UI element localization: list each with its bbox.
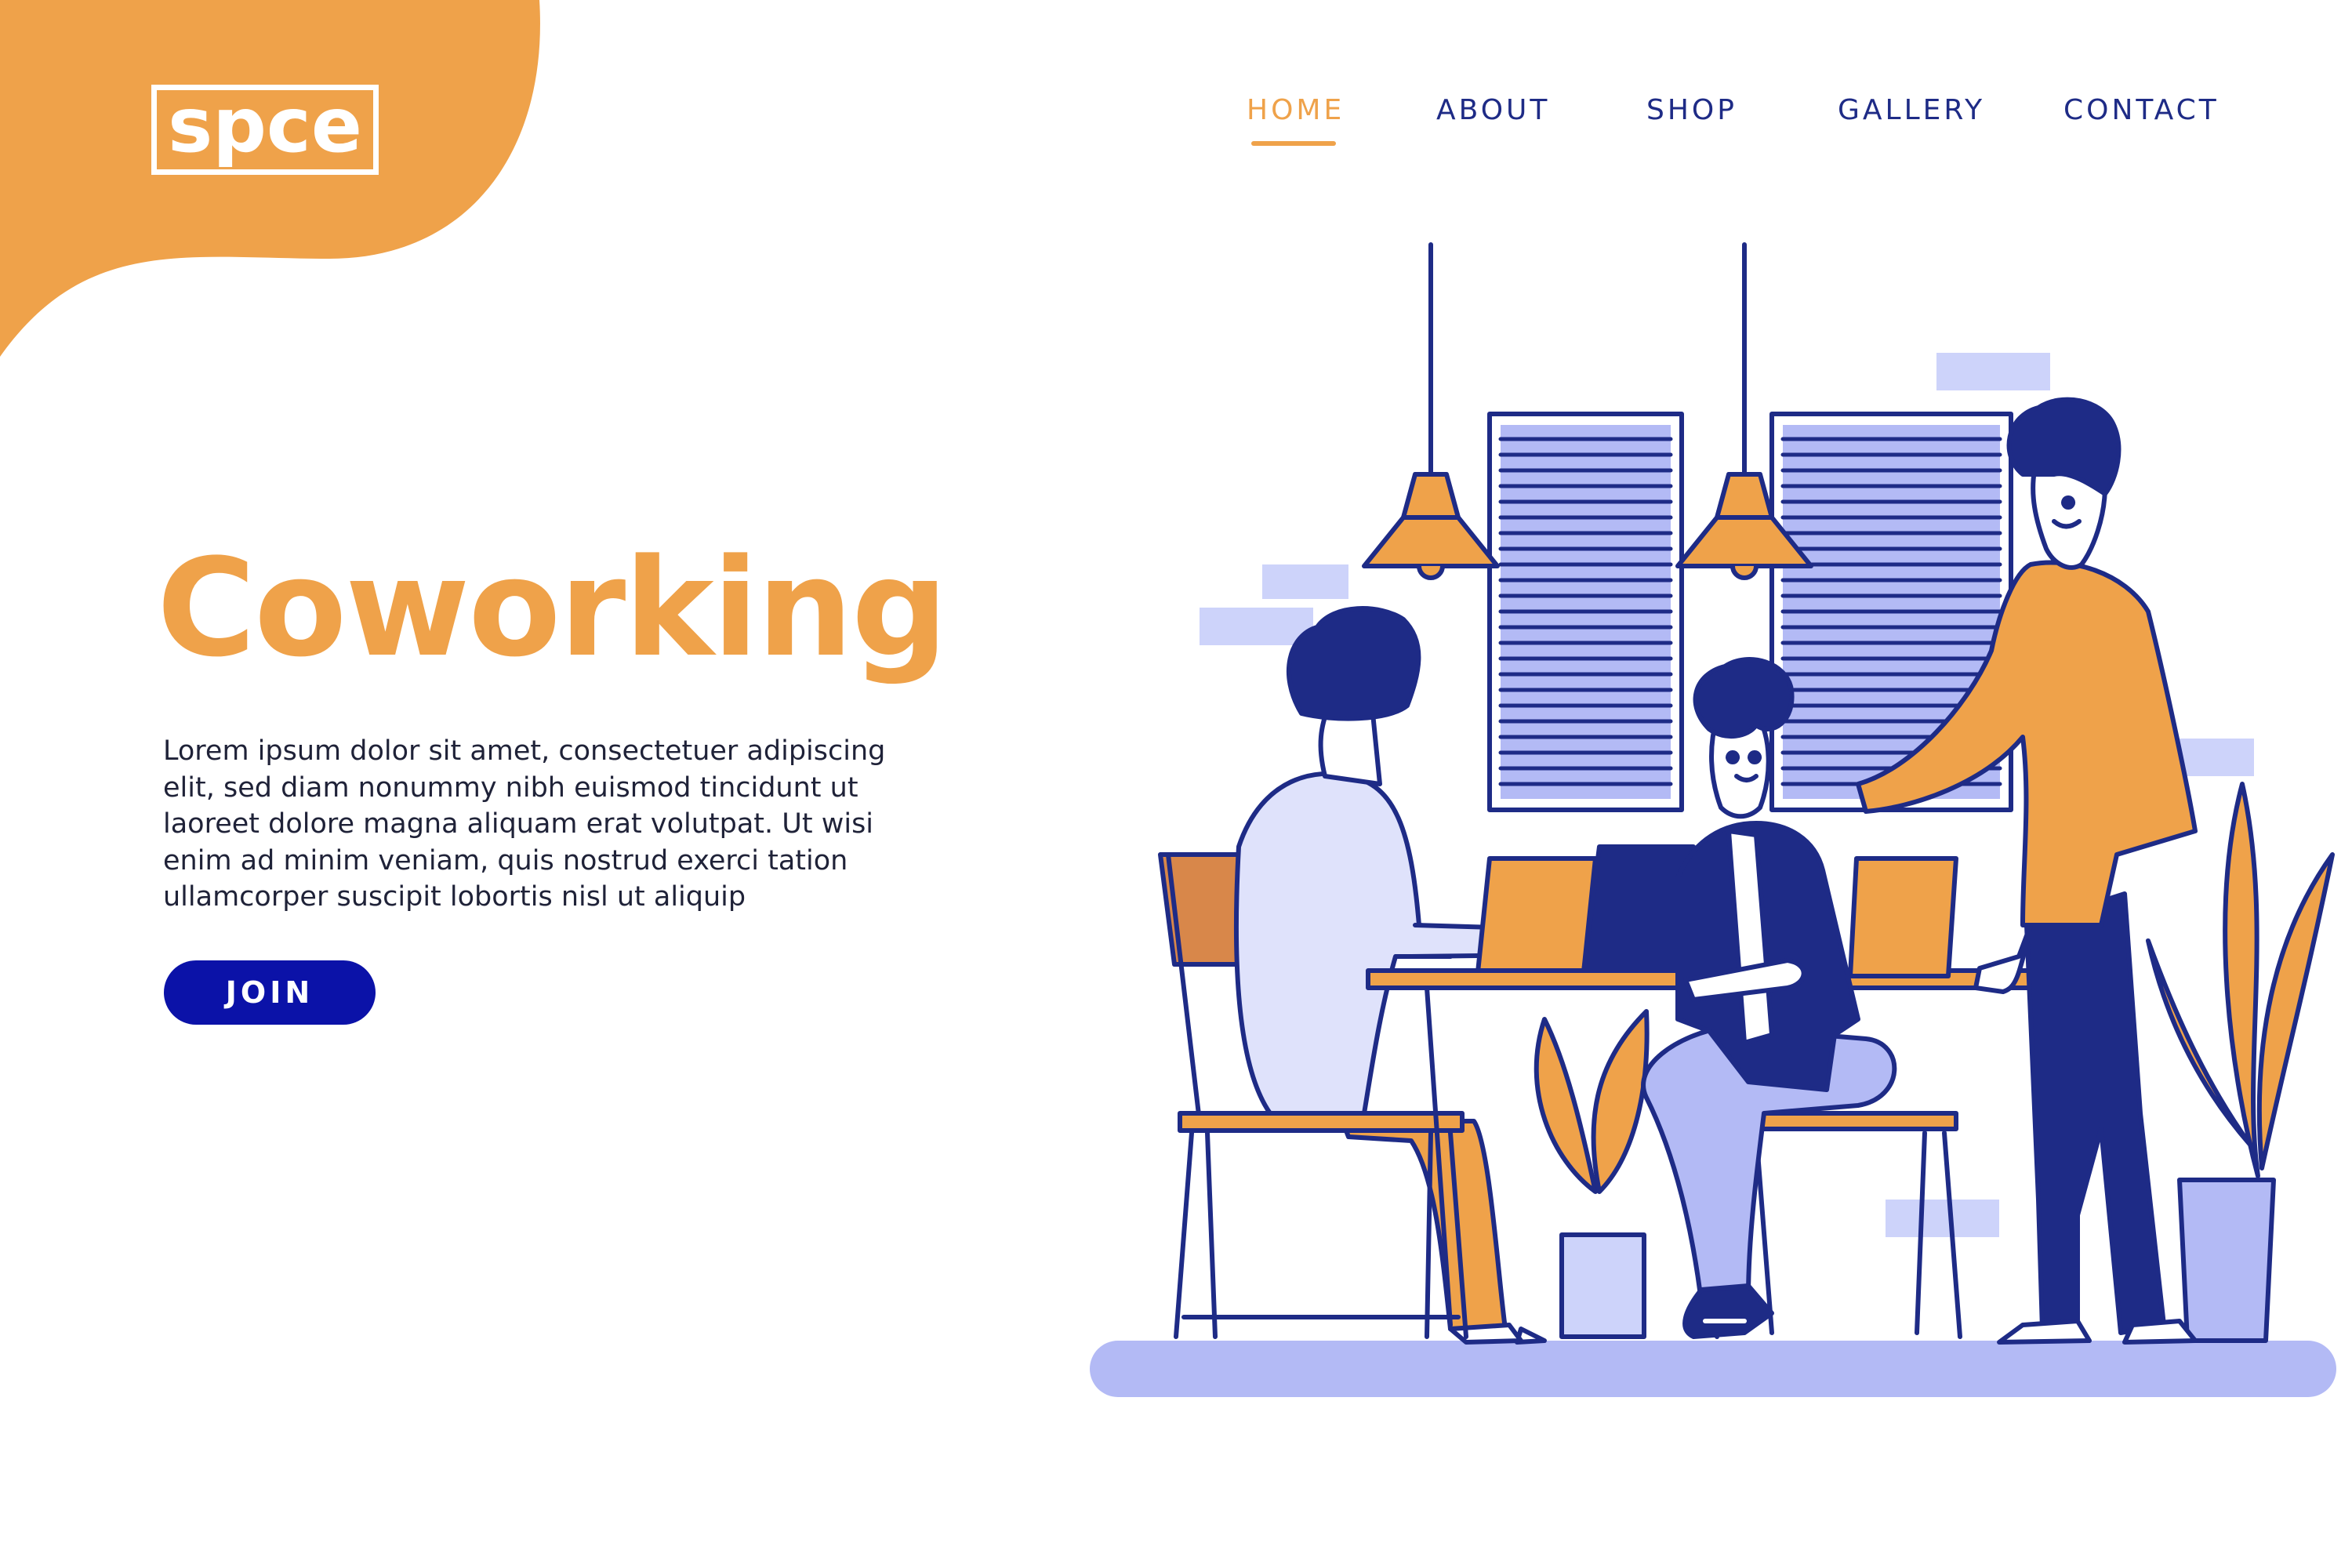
coworking-illustration: [1082, 235, 2352, 1411]
hero-description-line: elit, sed diam nonummy nibh euismod tinc…: [163, 771, 858, 804]
hero-description-line: laoreet dolore magna aliquam erat volutp…: [163, 808, 874, 840]
coworking-illustration-svg: [1090, 242, 2336, 1397]
nav-about-link[interactable]: ABOUT: [1436, 94, 1550, 126]
header-blob-shape: [0, 0, 540, 357]
pendant-lamp-icon: [1362, 242, 1500, 580]
hero-description-line: ullamcorper suscipit lobortis nisl ut al…: [163, 881, 746, 913]
laptop-icon: [1475, 844, 1711, 975]
nav-active-indicator: [1251, 141, 1336, 146]
hero-description-line: Lorem ipsum dolor sit amet, consectetuer…: [163, 735, 886, 767]
main-nav: HOME ABOUT SHOP GALLERY CONTACT: [0, 94, 2352, 157]
nav-home-link[interactable]: HOME: [1247, 94, 1345, 126]
nav-gallery-link[interactable]: GALLERY: [1838, 94, 1985, 126]
nav-contact-link[interactable]: CONTACT: [2063, 94, 2220, 126]
nav-shop-link[interactable]: SHOP: [1646, 94, 1737, 126]
hero-title: Coworking: [157, 529, 948, 687]
hero-description: Lorem ipsum dolor sit amet, consectetuer…: [163, 733, 886, 916]
join-button[interactable]: JOIN: [164, 960, 376, 1025]
potted-plant-icon: [2146, 782, 2335, 1343]
hero-description-line: enim ad minim veniam, quis nostrud exerc…: [163, 844, 848, 877]
floor-shape: [1090, 1341, 2336, 1397]
potted-plant-icon: [1534, 1009, 1650, 1339]
